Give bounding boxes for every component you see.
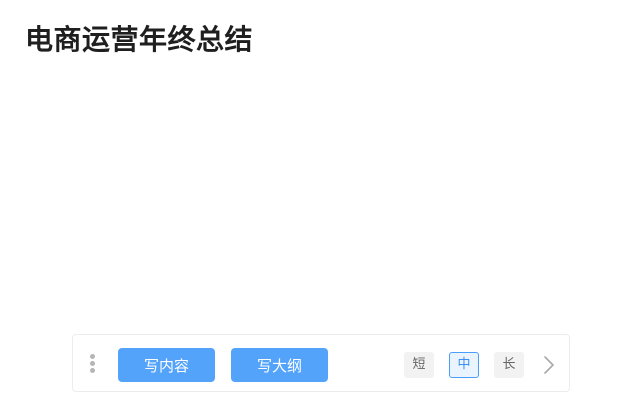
chevron-right-icon[interactable]	[541, 354, 557, 376]
editor-page: 电商运营年终总结 写内容 写大纲 短 中 长	[0, 0, 626, 412]
more-vertical-icon[interactable]	[89, 353, 95, 375]
length-medium-option[interactable]: 中	[449, 352, 479, 378]
ai-writing-toolbar: 写内容 写大纲 短 中 长	[72, 334, 570, 392]
length-long-option[interactable]: 长	[494, 352, 524, 378]
length-short-option[interactable]: 短	[404, 352, 434, 378]
write-content-button[interactable]: 写内容	[118, 348, 215, 382]
page-title: 电商运营年终总结	[25, 23, 254, 56]
write-outline-button[interactable]: 写大纲	[231, 348, 328, 382]
